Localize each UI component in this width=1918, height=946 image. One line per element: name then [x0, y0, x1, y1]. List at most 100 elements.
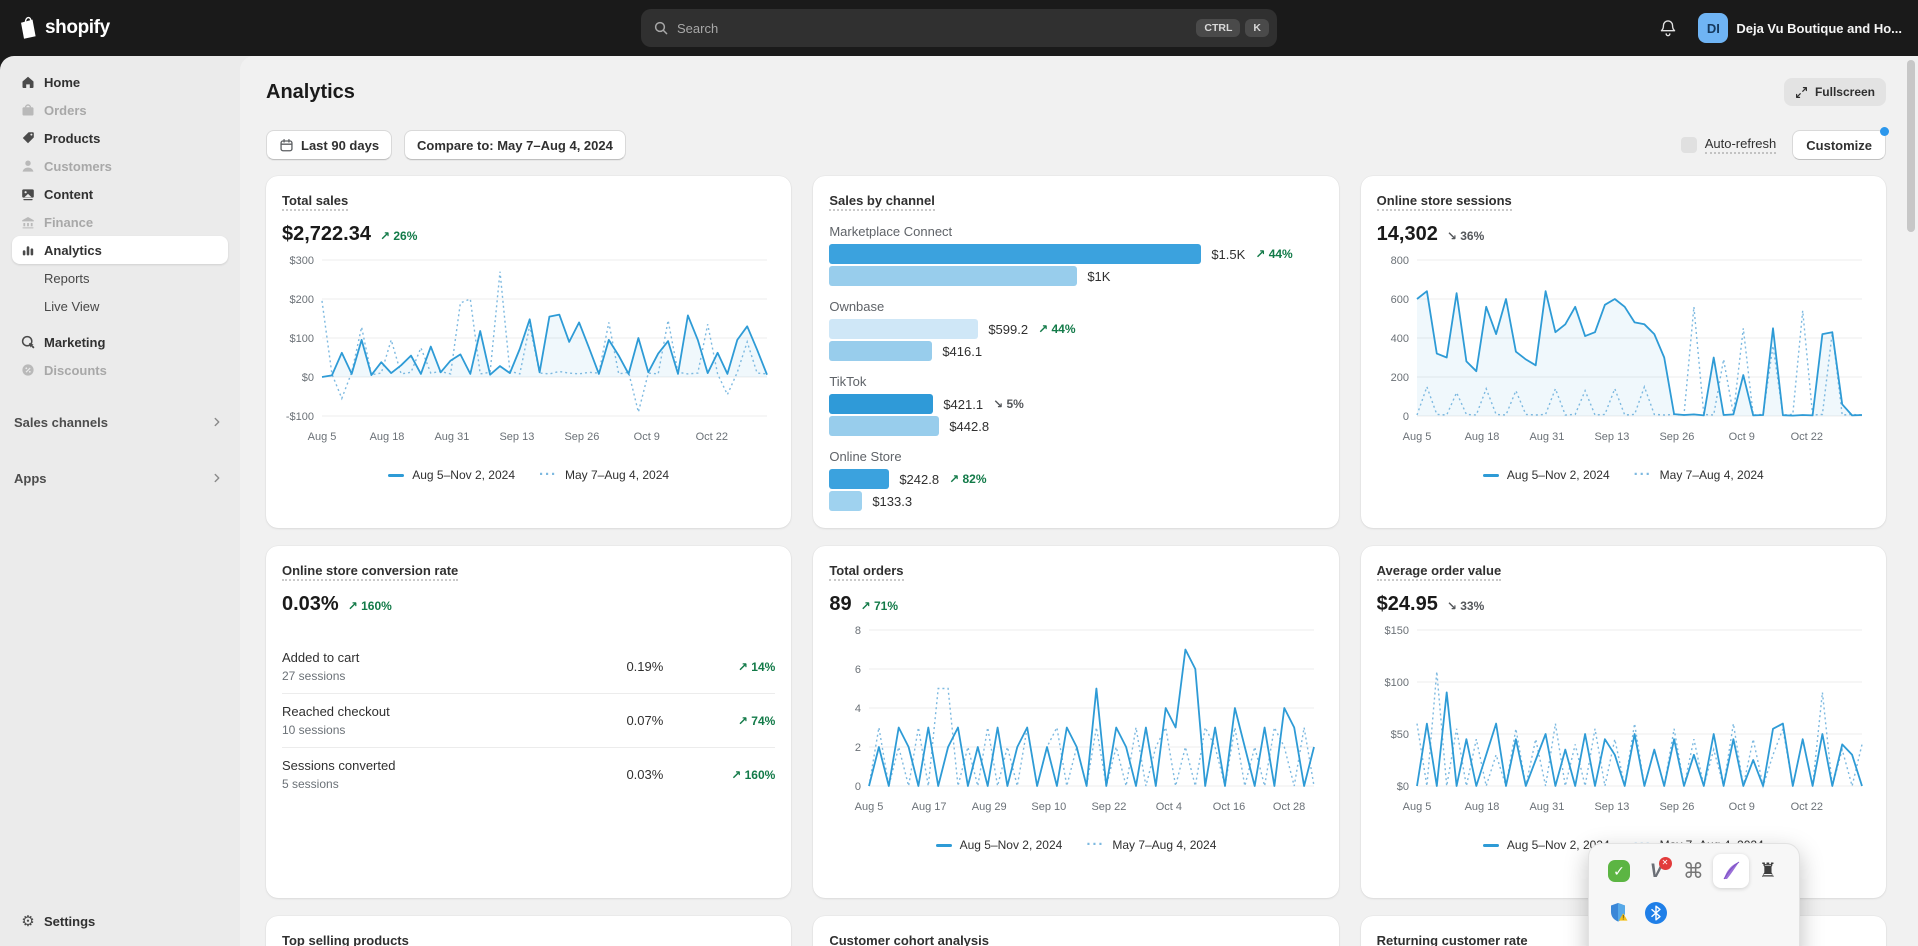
sessions-value: 14,302 — [1377, 223, 1438, 246]
current-period-bar[interactable] — [829, 244, 1201, 264]
sidebar-item-analytics[interactable]: Analytics — [12, 236, 228, 264]
svg-text:$300: $300 — [290, 255, 314, 267]
date-range-button[interactable]: Last 90 days — [266, 130, 392, 160]
previous-period-bar[interactable] — [829, 341, 932, 361]
svg-text:Sep 26: Sep 26 — [1659, 801, 1694, 813]
sidebar-item-products[interactable]: Products — [12, 124, 228, 152]
previous-period-bar[interactable] — [829, 491, 862, 511]
sidebar-section-apps[interactable]: Apps — [14, 466, 224, 490]
funnel-step: Added to cart27 sessions — [282, 650, 359, 683]
legend-previous-label: May 7–Aug 4, 2024 — [565, 468, 669, 482]
sidebar-item-home[interactable]: Home — [12, 68, 228, 96]
orders-icon — [20, 102, 36, 118]
current-period-swatch — [936, 844, 952, 847]
svg-text:Oct 16: Oct 16 — [1213, 801, 1245, 813]
bar-value: $1K — [1087, 269, 1110, 284]
previous-period-swatch — [539, 470, 557, 480]
feather-pen-icon[interactable] — [1713, 854, 1749, 888]
customize-button[interactable]: Customize — [1792, 130, 1886, 160]
legend-previous-label: May 7–Aug 4, 2024 — [1112, 838, 1216, 852]
store-menu[interactable]: DI Deja Vu Boutique and Ho... — [1698, 13, 1902, 43]
funnel-step-label: Reached checkout — [282, 704, 390, 719]
bar-value: $421.1 — [943, 397, 983, 412]
current-period-bar[interactable] — [829, 394, 933, 414]
svg-text:2: 2 — [855, 742, 861, 754]
auto-refresh-checkbox[interactable] — [1681, 137, 1697, 153]
app-shell: HomeOrdersProductsCustomersContentFinanc… — [0, 56, 1918, 946]
conversion-rate-title[interactable]: Online store conversion rate — [282, 563, 458, 581]
chevron-right-icon — [210, 415, 224, 429]
gear-icon: ⚙ — [20, 914, 36, 929]
checkmark-green-icon[interactable]: ✓ — [1601, 854, 1637, 888]
channel-online-store: Online Store$242.882%$133.3 — [829, 449, 1322, 511]
total-sales-card: Total sales $2,722.34 26% $300$200$100$0… — [266, 176, 791, 528]
total-orders-delta: 71% — [861, 599, 898, 613]
svg-text:Sep 26: Sep 26 — [1659, 431, 1694, 443]
customers-icon — [20, 158, 36, 174]
sidebar-item-live-view[interactable]: Live View — [12, 292, 228, 320]
svg-text:Aug 31: Aug 31 — [1529, 431, 1564, 443]
current-period-swatch — [1483, 844, 1499, 847]
channel-delta: 5% — [993, 397, 1024, 411]
notification-dot — [1880, 127, 1889, 136]
average-order-value-title[interactable]: Average order value — [1377, 563, 1502, 581]
funnel-step-delta: 14% — [663, 660, 775, 674]
total-sales-title[interactable]: Total sales — [282, 193, 348, 211]
auto-refresh-toggle[interactable]: Auto-refresh — [1681, 136, 1777, 154]
svg-text:400: 400 — [1390, 333, 1408, 345]
sidebar-item-label: Analytics — [44, 243, 102, 258]
sidebar-item-label: Live View — [44, 299, 99, 314]
sidebar-item-label: Orders — [44, 103, 87, 118]
previous-period-bar[interactable] — [829, 416, 939, 436]
svg-text:$50: $50 — [1390, 729, 1408, 741]
search-icon — [653, 20, 669, 36]
tower-icon[interactable]: ♜ — [1750, 854, 1786, 888]
sidebar-item-content[interactable]: Content — [12, 180, 228, 208]
sidebar-section-sales-channels[interactable]: Sales channels — [14, 410, 224, 434]
scrollbar-thumb[interactable] — [1907, 60, 1915, 232]
sidebar-item-marketing[interactable]: Marketing — [12, 328, 228, 356]
svg-text:Sep 26: Sep 26 — [564, 431, 599, 443]
compare-label: Compare to: May 7–Aug 4, 2024 — [417, 138, 613, 153]
bar-value: $599.2 — [988, 322, 1028, 337]
legend-current-label: Aug 5–Nov 2, 2024 — [412, 468, 515, 482]
calendar-icon — [279, 138, 294, 153]
sidebar-item-label: Products — [44, 131, 100, 146]
svg-text:Aug 18: Aug 18 — [370, 431, 405, 443]
legend-current-label: Aug 5–Nov 2, 2024 — [960, 838, 1063, 852]
security-shield-warning-icon[interactable]: ! — [1601, 896, 1637, 930]
sidebar-item-settings[interactable]: ⚙ Settings — [12, 906, 228, 936]
total-orders-title[interactable]: Total orders — [829, 563, 903, 581]
v-app-error-icon[interactable]: V✕ — [1638, 854, 1674, 888]
svg-text:0: 0 — [855, 781, 861, 793]
page-header: Analytics Fullscreen — [266, 78, 1886, 106]
apps-label: Apps — [14, 471, 47, 486]
sidebar-item-reports[interactable]: Reports — [12, 264, 228, 292]
chart-legend: Aug 5–Nov 2, 2024 May 7–Aug 4, 2024 — [1377, 468, 1870, 482]
compare-button[interactable]: Compare to: May 7–Aug 4, 2024 — [404, 130, 626, 160]
scrollbar[interactable] — [1907, 60, 1915, 942]
funnel-step-delta: 74% — [663, 714, 775, 728]
top-selling-products-title[interactable]: Top selling products — [282, 933, 409, 946]
current-period-bar[interactable] — [829, 319, 978, 339]
funnel-step: Reached checkout10 sessions — [282, 704, 390, 737]
sales-by-channel-title[interactable]: Sales by channel — [829, 193, 935, 211]
bell-icon — [1658, 18, 1678, 38]
search-input[interactable]: Search CTRL K — [641, 9, 1277, 47]
returning-customer-rate-title[interactable]: Returning customer rate — [1377, 933, 1528, 946]
sessions-title[interactable]: Online store sessions — [1377, 193, 1512, 211]
customer-cohort-analysis-title[interactable]: Customer cohort analysis — [829, 933, 989, 946]
bluetooth-icon[interactable] — [1638, 896, 1674, 930]
content-icon — [20, 186, 36, 202]
average-order-value-chart: $150$100$50$0Aug 5Aug 18Aug 31Sep 13Sep … — [1377, 622, 1872, 834]
current-period-bar[interactable] — [829, 469, 889, 489]
previous-period-bar[interactable] — [829, 266, 1077, 286]
channel-name: Online Store — [829, 449, 1322, 464]
store-avatar: DI — [1698, 13, 1728, 43]
svg-text:$100: $100 — [290, 333, 314, 345]
notifications-button[interactable] — [1654, 14, 1682, 42]
extension-knot-icon[interactable]: ⌘ — [1675, 854, 1711, 888]
shopify-logo[interactable]: shopify — [16, 15, 110, 41]
fullscreen-button[interactable]: Fullscreen — [1784, 78, 1886, 106]
sales-by-channel-card: Sales by channel Marketplace Connect$1.5… — [813, 176, 1338, 528]
